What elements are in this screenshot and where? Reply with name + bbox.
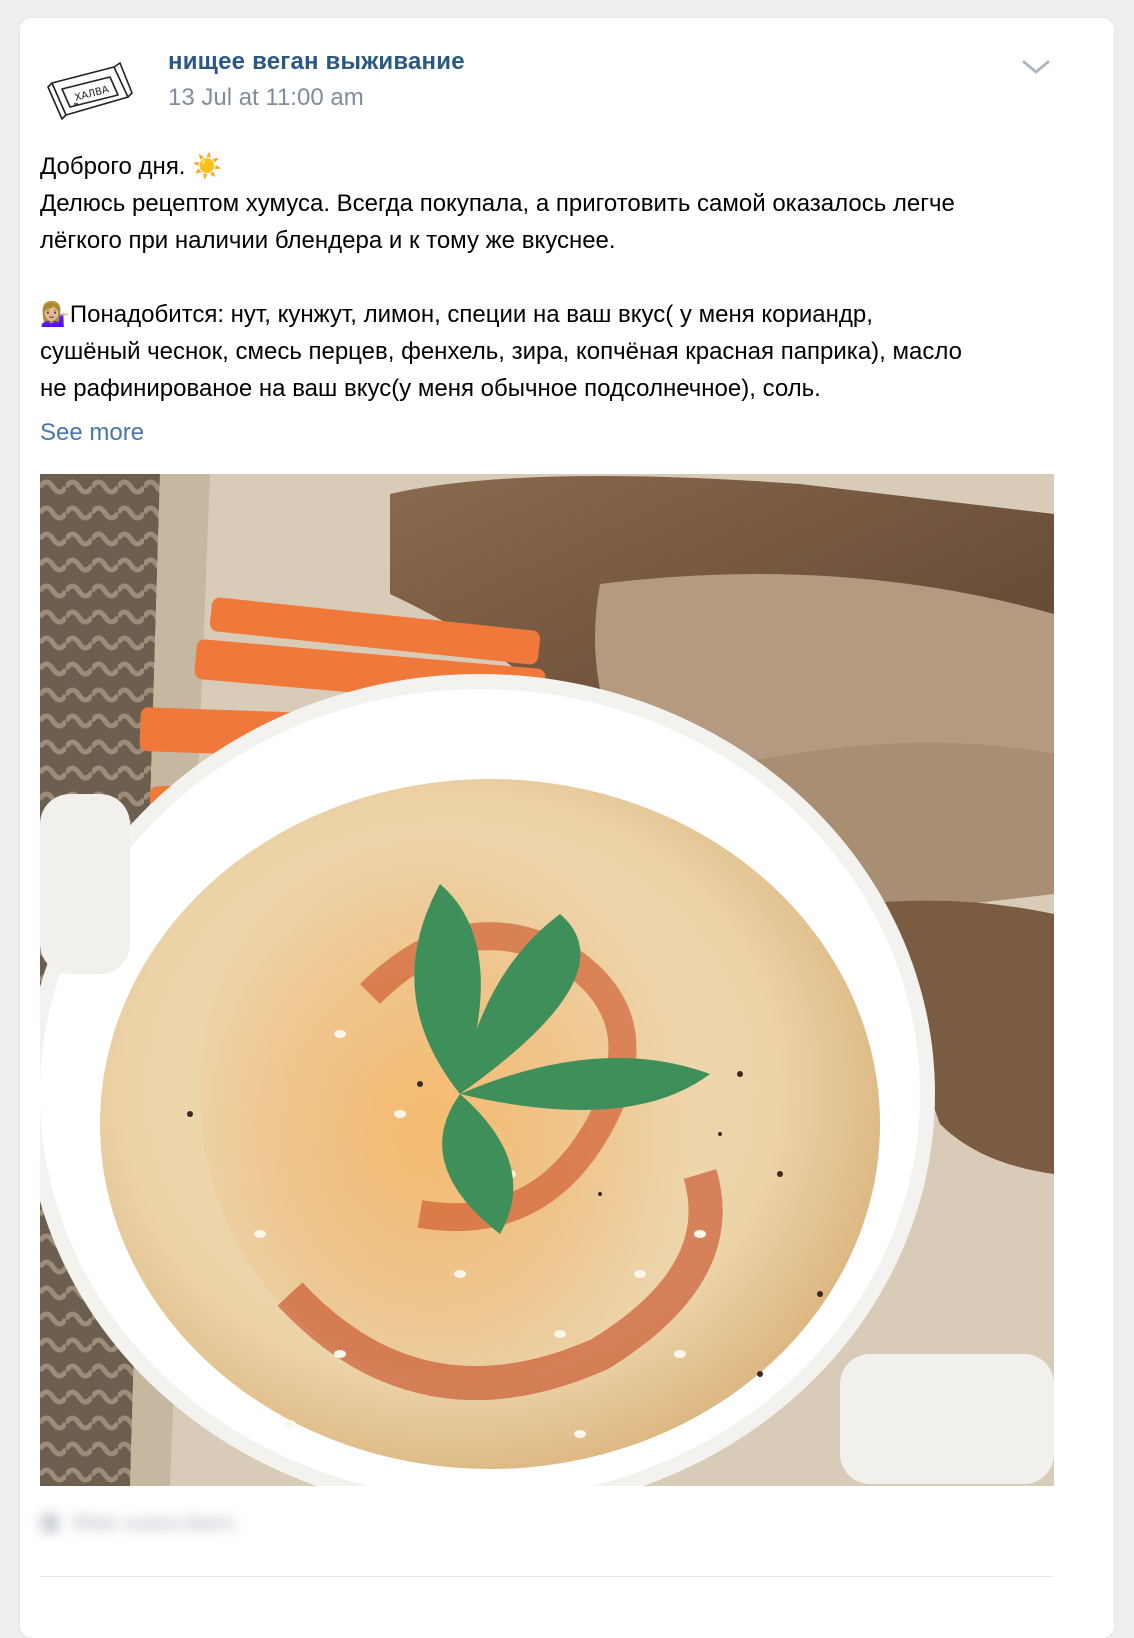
post-menu-button[interactable] <box>1018 52 1054 82</box>
text-line: Доброго дня. ☀️ <box>40 153 223 180</box>
text-line: не рафинированое на ваш вкус(у меня обыч… <box>40 375 821 402</box>
halva-wrapper-logo: ХАЛВА <box>47 62 133 120</box>
post-text: Доброго дня. ☀️ Делюсь рецептом хумуса. … <box>40 148 1050 407</box>
post-date[interactable]: 13 Jul at 11:00 am <box>168 84 364 112</box>
text-line: сушёный чеснок, смесь перцев, фенхель, з… <box>40 338 962 365</box>
see-more-link[interactable]: See more <box>40 419 144 447</box>
chevron-down-icon <box>1022 60 1050 74</box>
avatar[interactable]: ХАЛВА <box>40 38 140 138</box>
woman-tipping-hand-icon: 💁🏼‍♀️ <box>40 301 70 328</box>
text-line: 💁🏼‍♀️Понадобится: нут, кунжут, лимон, сп… <box>40 301 873 328</box>
hummus-photo <box>40 474 1054 1486</box>
text-line: Делюсь рецептом хумуса. Всегда покупала,… <box>40 190 955 217</box>
text-line: лёгкого при наличии блендера и к тому же… <box>40 227 616 254</box>
eye-icon <box>40 1513 60 1533</box>
author-name[interactable]: нищее веган выживание <box>168 48 465 76</box>
sun-icon: ☀️ <box>192 153 223 180</box>
post-photo[interactable] <box>40 474 1054 1486</box>
footer-meta-blurred: Web subscribers <box>40 1510 280 1536</box>
divider <box>40 1576 1054 1577</box>
